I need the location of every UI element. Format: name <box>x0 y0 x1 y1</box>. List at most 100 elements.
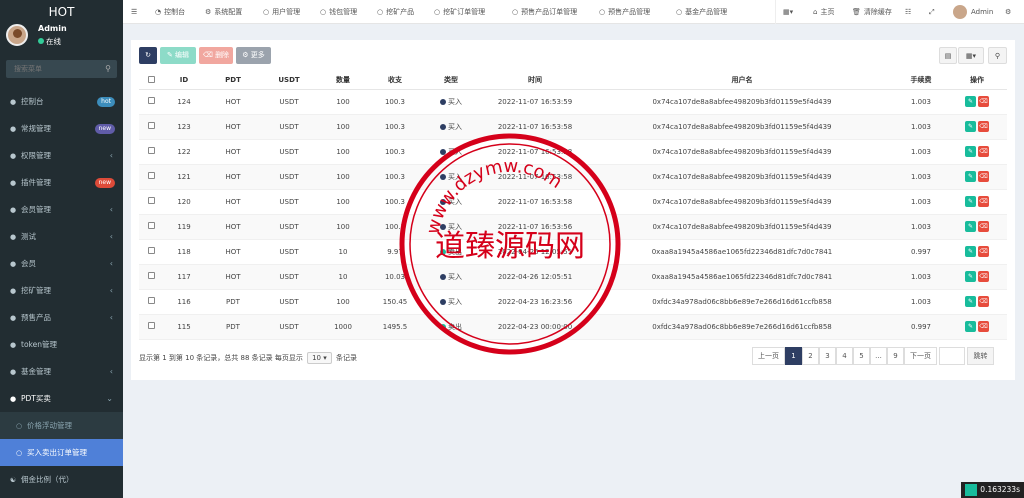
more-button[interactable]: ⚙ 更多 <box>236 47 271 64</box>
topnav-tab-8[interactable]: ○ 基金产品管理 <box>676 0 727 24</box>
jump-button[interactable]: 跳转 <box>967 347 994 365</box>
column-header[interactable]: 用户名 <box>589 72 895 90</box>
row-checkbox[interactable] <box>139 214 163 240</box>
topnav-tab-7[interactable]: ○ 预售产品管理 <box>599 0 650 24</box>
delete-row-icon[interactable]: ⌫ <box>978 96 989 107</box>
edit-row-icon[interactable]: ✎ <box>965 271 976 282</box>
table-row[interactable]: 123 HOT USDT 100 100.3 买入 2022-11-07 16:53:58 0… <box>139 114 1007 140</box>
topnav-tab-0[interactable]: ◔ 控制台 <box>155 0 185 24</box>
delete-row-icon[interactable]: ⌫ <box>978 246 989 257</box>
page-number-button[interactable]: 9 <box>887 347 904 365</box>
table-row[interactable]: 121 HOT USDT 100 100.3 买入 2022-11-07 16:53:58 0… <box>139 164 1007 190</box>
column-header[interactable]: 操作 <box>947 72 1007 90</box>
layout-dropdown-icon[interactable]: ▦▾ <box>783 0 793 24</box>
row-checkbox[interactable] <box>139 239 163 265</box>
sidebar-item-10[interactable]: ● 基金管理 ‹ <box>0 358 123 385</box>
row-checkbox[interactable] <box>139 139 163 165</box>
sidebar-item-8[interactable]: ● 预售产品 ‹ <box>0 304 123 331</box>
row-checkbox[interactable] <box>139 114 163 140</box>
delete-row-icon[interactable]: ⌫ <box>978 146 989 157</box>
page-size-select[interactable]: 10 ▾ <box>307 352 332 364</box>
table-row[interactable]: 124 HOT USDT 100 100.3 买入 2022-11-07 16:53:59 0… <box>139 89 1007 115</box>
delete-row-icon[interactable]: ⌫ <box>978 171 989 182</box>
sidebar-item-0[interactable]: ● 控制台 hot <box>0 88 123 115</box>
sidebar-item-2[interactable]: ● 权限管理 ‹ <box>0 142 123 169</box>
sidebar-item-5[interactable]: ● 测试 ‹ <box>0 223 123 250</box>
table-row[interactable]: 119 HOT USDT 100 100.3 买入 2022-11-07 16:53:56 0… <box>139 214 1007 240</box>
columns-dropdown[interactable]: ▦▾ <box>958 47 984 64</box>
table-row[interactable]: 122 HOT USDT 100 100.3 买入 2022-11-07 16:53:58 0… <box>139 139 1007 165</box>
topnav-tab-6[interactable]: ○ 预售产品订单管理 <box>512 0 577 24</box>
column-header[interactable]: 类型 <box>421 72 481 90</box>
topnav-tab-4[interactable]: ○ 挖矿产品 <box>377 0 414 24</box>
fullscreen-icon[interactable]: ⤢ <box>929 0 935 24</box>
sidebar-item-11[interactable]: ● PDT买卖 ⌄ <box>0 385 123 412</box>
sidebar-subitem-0[interactable]: ○ 价格浮动管理 <box>0 412 123 439</box>
sidebar-item-4[interactable]: ● 会员管理 ‹ <box>0 196 123 223</box>
edit-row-icon[interactable]: ✎ <box>965 171 976 182</box>
delete-row-icon[interactable]: ⌫ <box>978 121 989 132</box>
table-row[interactable]: 117 HOT USDT 10 10.03 买入 2022-04-26 12:05:51 0x… <box>139 264 1007 290</box>
sidebar-subitem-1[interactable]: ○ 买入卖出订单管理 <box>0 439 123 466</box>
app-logo[interactable]: HOT <box>0 0 123 24</box>
menu-toggle-icon[interactable]: ☰ <box>131 0 137 24</box>
sidebar-item-9[interactable]: ● token管理 <box>0 331 123 358</box>
topnav-tab-1[interactable]: ⚙ 系统配置 <box>205 0 242 24</box>
delete-row-icon[interactable]: ⌫ <box>978 271 989 282</box>
sidebar-item-1[interactable]: ● 常规管理 new <box>0 115 123 142</box>
page-number-button[interactable]: ... <box>870 347 887 365</box>
row-checkbox[interactable] <box>139 289 163 315</box>
edit-button[interactable]: ✎ 编辑 <box>160 47 196 64</box>
topnav-tab-2[interactable]: ○ 用户管理 <box>263 0 300 24</box>
select-all-checkbox[interactable] <box>139 72 163 90</box>
delete-row-icon[interactable]: ⌫ <box>978 196 989 207</box>
table-row[interactable]: 120 HOT USDT 100 100.3 买入 2022-11-07 16:53:58 0… <box>139 189 1007 215</box>
column-header[interactable]: USDT <box>261 72 317 90</box>
delete-button[interactable]: ⌫ 删除 <box>199 47 233 64</box>
edit-row-icon[interactable]: ✎ <box>965 96 976 107</box>
page-number-button[interactable]: 1 <box>785 347 802 365</box>
row-checkbox[interactable] <box>139 314 163 340</box>
edit-row-icon[interactable]: ✎ <box>965 196 976 207</box>
page-jump-input[interactable] <box>939 347 965 365</box>
prev-page-button[interactable]: 上一页 <box>752 347 785 365</box>
topnav-tab-5[interactable]: ○ 挖矿订单管理 <box>434 0 485 24</box>
search-toggle-button[interactable]: ⚲ <box>988 47 1007 64</box>
column-header[interactable]: 手续费 <box>895 72 947 90</box>
page-number-button[interactable]: 5 <box>853 347 870 365</box>
translate-icon[interactable]: ☷ <box>905 0 911 24</box>
refresh-button[interactable]: ↻ <box>139 47 157 64</box>
sidebar-item-3[interactable]: ● 插件管理 new <box>0 169 123 196</box>
home-link[interactable]: ⌂ 主页 <box>813 0 834 24</box>
admin-menu[interactable]: Admin <box>953 0 993 24</box>
sidebar-item-6[interactable]: ● 会员 ‹ <box>0 250 123 277</box>
edit-row-icon[interactable]: ✎ <box>965 246 976 257</box>
next-page-button[interactable]: 下一页 <box>904 347 937 365</box>
column-header[interactable]: PDT <box>205 72 261 90</box>
edit-row-icon[interactable]: ✎ <box>965 146 976 157</box>
row-checkbox[interactable] <box>139 264 163 290</box>
row-checkbox[interactable] <box>139 164 163 190</box>
delete-row-icon[interactable]: ⌫ <box>978 321 989 332</box>
topnav-tab-3[interactable]: ○ 钱包管理 <box>320 0 357 24</box>
column-header[interactable]: 时间 <box>481 72 589 90</box>
edit-row-icon[interactable]: ✎ <box>965 296 976 307</box>
table-row[interactable]: 118 HOT USDT 10 9.97 卖出 2022-04-26 12:05:51 0xa… <box>139 239 1007 265</box>
export-button[interactable]: ▤ <box>939 47 957 64</box>
edit-row-icon[interactable]: ✎ <box>965 321 976 332</box>
settings-gear-icon[interactable]: ⚙ <box>1005 0 1011 24</box>
edit-row-icon[interactable]: ✎ <box>965 121 976 132</box>
sidebar-item-7[interactable]: ● 挖矿管理 ‹ <box>0 277 123 304</box>
row-checkbox[interactable] <box>139 89 163 115</box>
column-header[interactable]: 收支 <box>369 72 421 90</box>
column-header[interactable]: ID <box>163 72 205 90</box>
clear-cache-button[interactable]: 🗑 清除缓存 <box>852 0 892 24</box>
table-row[interactable]: 116 PDT USDT 100 150.45 买入 2022-04-23 16:23:56… <box>139 289 1007 315</box>
sidebar-item-commission[interactable]: ☯ 佣金比例（代） <box>0 466 123 493</box>
row-checkbox[interactable] <box>139 189 163 215</box>
table-row[interactable]: 115 PDT USDT 1000 1495.5 卖出 2022-04-23 00:00:0… <box>139 314 1007 340</box>
search-icon[interactable]: ⚲ <box>105 64 111 73</box>
search-input[interactable] <box>6 60 117 78</box>
delete-row-icon[interactable]: ⌫ <box>978 296 989 307</box>
page-number-button[interactable]: 2 <box>802 347 819 365</box>
